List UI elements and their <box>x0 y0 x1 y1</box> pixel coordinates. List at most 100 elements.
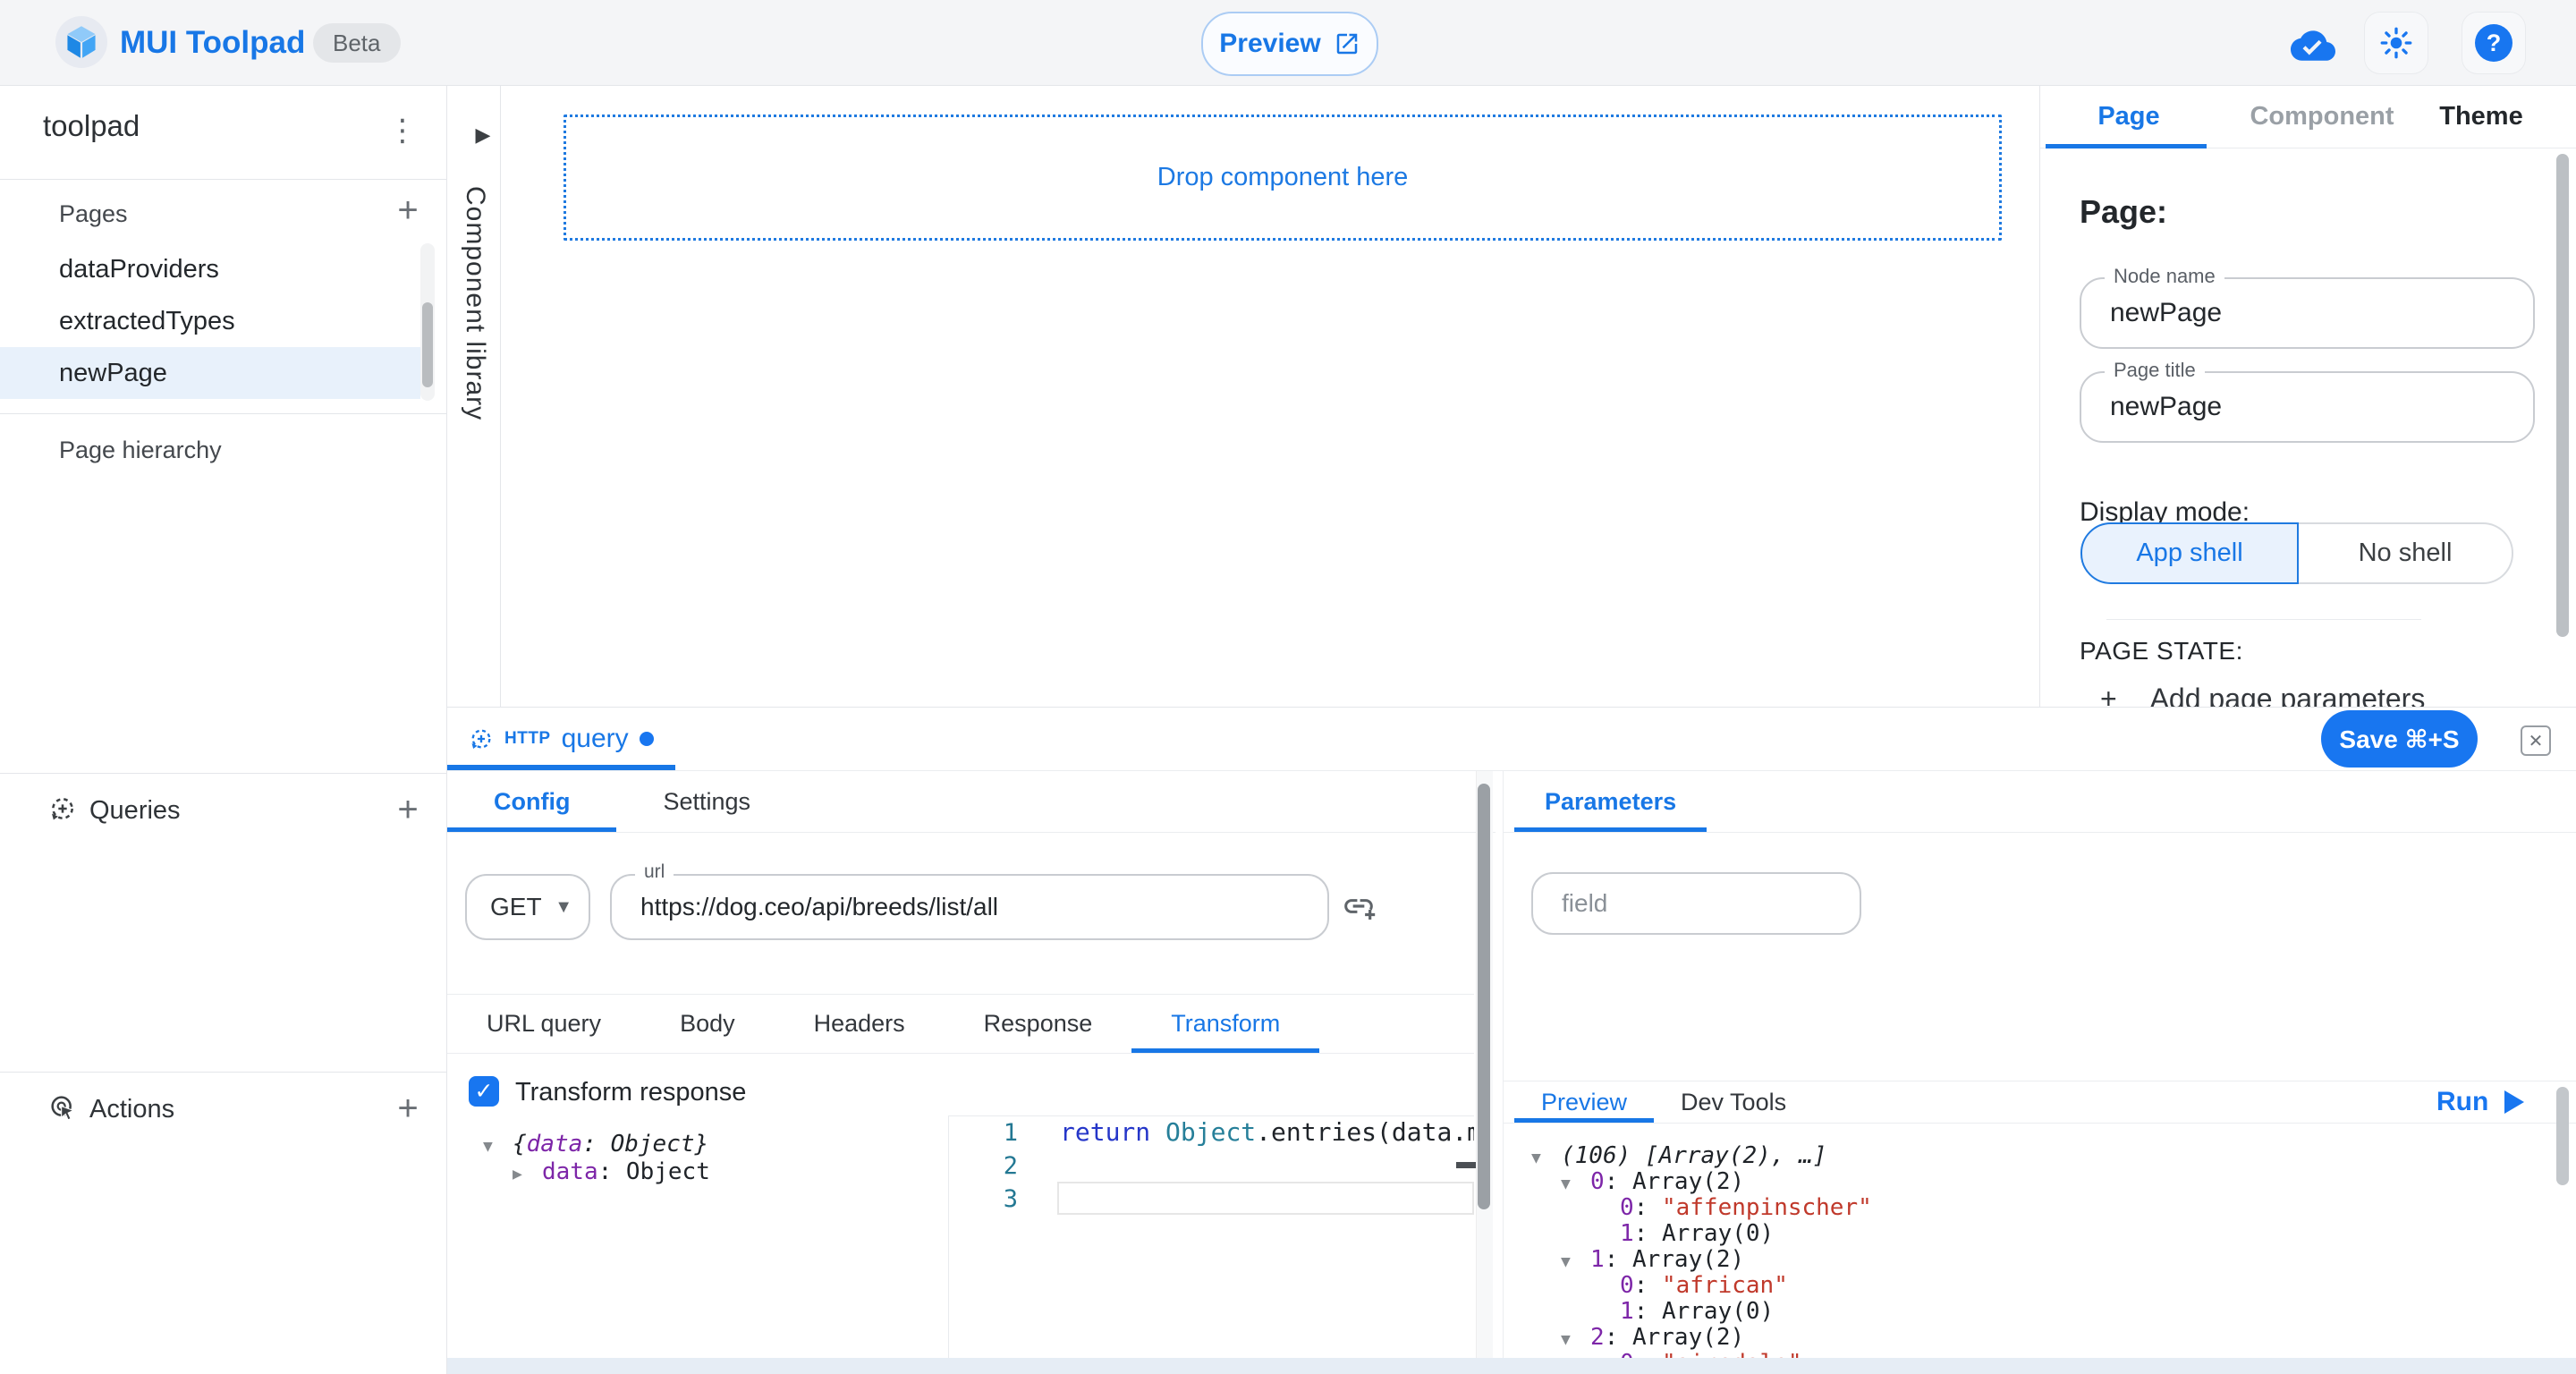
page-title-field[interactable]: Page title newPage <box>2080 371 2535 443</box>
divider <box>0 179 446 180</box>
tree-token: : Array(2) <box>1605 1324 1745 1351</box>
sections-divider <box>1503 771 1504 1358</box>
help-button[interactable]: ? <box>2462 12 2526 74</box>
theme-toggle-button[interactable] <box>2364 12 2428 74</box>
play-icon <box>2504 1090 2524 1114</box>
query-icon <box>469 726 494 751</box>
tab-http-query[interactable]: HTTP query <box>447 708 675 770</box>
tab-preview[interactable]: Preview <box>1514 1081 1654 1123</box>
tree-token: 1 <box>1620 1298 1634 1325</box>
tree-row[interactable]: ▼1: Array(2) <box>1531 1247 2551 1273</box>
inspector-border <box>2039 86 2040 707</box>
tree-token: 0 <box>1620 1272 1634 1299</box>
schema-tree: ▼{data: Object}▶data: Object <box>483 1131 710 1186</box>
component-library-label[interactable]: Component library <box>460 186 490 420</box>
tree-token: : Object} <box>582 1131 708 1158</box>
parameters-tabbar: Parameters <box>1504 771 2576 833</box>
tree-expander-icon[interactable]: ▼ <box>483 1132 513 1160</box>
tree-token: "african" <box>1662 1272 1788 1299</box>
method-value: GET <box>490 876 542 938</box>
checkbox-checked-icon: ✓ <box>469 1076 499 1107</box>
tab-headers[interactable]: Headers <box>775 995 945 1053</box>
page-item-extractedTypes[interactable]: extractedTypes <box>0 295 420 347</box>
inspector-scrollbar-thumb[interactable] <box>2556 154 2569 637</box>
query-panel-top-border <box>447 707 2576 708</box>
add-page-parameters-clipped[interactable]: + Add page parameters <box>2100 678 2529 707</box>
tree-expander-icon[interactable]: ▼ <box>1561 1171 1590 1197</box>
tree-row[interactable]: ▼0: Array(2) <box>1531 1169 2551 1195</box>
display-mode-no-shell[interactable]: No shell <box>2299 522 2513 584</box>
tab-transform[interactable]: Transform <box>1131 995 1319 1053</box>
query-kind-label: HTTP <box>504 729 551 749</box>
request-tabbar: URL query Body Headers Response Transfor… <box>447 994 1474 1054</box>
tree-token: 0 <box>1620 1194 1634 1221</box>
transform-response-label: Transform response <box>515 1077 746 1107</box>
pages-scrollbar-thumb[interactable] <box>422 302 433 387</box>
tree-token: 0 <box>1590 1168 1605 1195</box>
node-name-field[interactable]: Node name newPage <box>2080 277 2535 349</box>
add-link-icon[interactable] <box>1342 889 1376 923</box>
tab-settings[interactable]: Settings <box>616 771 797 832</box>
url-field[interactable]: url https://dog.ceo/api/breeds/list/all <box>610 874 1329 940</box>
method-select[interactable]: GET ▼ <box>465 874 590 940</box>
bottom-scroll-strip[interactable] <box>447 1358 2576 1374</box>
add-page-button[interactable]: + <box>388 190 428 233</box>
add-page-parameters-label: Add page parameters <box>2150 683 2426 707</box>
tree-token: 1 <box>1620 1220 1634 1247</box>
tab-url-query[interactable]: URL query <box>447 995 640 1053</box>
help-icon: ? <box>2475 24 2512 62</box>
tab-parameters[interactable]: Parameters <box>1514 771 1707 832</box>
component-library-expand-chevron-icon[interactable]: ▶ <box>463 123 503 147</box>
divider <box>0 773 446 774</box>
divider <box>0 1072 446 1073</box>
preview-button[interactable]: Preview <box>1201 12 1378 76</box>
add-action-button[interactable]: + <box>388 1088 428 1131</box>
tree-row[interactable]: ▼{data: Object} <box>483 1131 710 1158</box>
tab-theme[interactable]: Theme <box>2429 86 2533 147</box>
add-query-button[interactable]: + <box>388 789 428 832</box>
toolpad-app: MUI Toolpad Beta Preview ? toolpad ⋮ Pag… <box>0 0 2576 1374</box>
tree-token: : Object <box>598 1158 710 1185</box>
tab-config[interactable]: Config <box>447 771 616 832</box>
field-input[interactable]: field <box>1531 872 1861 935</box>
result-scrollbar-thumb[interactable] <box>2556 1087 2569 1185</box>
config-tabbar: Config Settings <box>447 771 1496 833</box>
tree-row[interactable]: ▼2: Array(2) <box>1531 1325 2551 1351</box>
tree-row[interactable]: ▼(106) [Array(2), …] <box>1531 1143 2551 1169</box>
header-divider <box>0 85 2576 86</box>
tree-expander-icon[interactable]: ▶ <box>513 1160 542 1188</box>
save-button[interactable]: Save ⌘+S <box>2321 710 2478 768</box>
toolpad-logo-icon <box>64 24 99 60</box>
page-item-dataProviders[interactable]: dataProviders <box>0 243 420 295</box>
run-button[interactable]: Run <box>2436 1081 2524 1124</box>
tree-expander-icon[interactable]: ▼ <box>1561 1249 1590 1275</box>
tree-row: 1: Array(0) <box>1531 1299 2551 1325</box>
beta-badge: Beta <box>313 23 401 63</box>
project-menu-button[interactable]: ⋮ <box>383 106 422 156</box>
tree-token: : <box>1634 1350 1662 1358</box>
line-number: 2 <box>948 1149 1018 1183</box>
code-line[interactable]: 3 <box>948 1182 1474 1215</box>
queries-icon <box>48 794 77 823</box>
tab-page[interactable]: Page <box>2084 86 2174 147</box>
tree-token: "affenpinscher" <box>1662 1194 1872 1221</box>
tree-token: : Array(0) <box>1634 1220 1775 1247</box>
tab-dev-tools[interactable]: Dev Tools <box>1654 1081 1813 1123</box>
transform-response-checkbox[interactable]: ✓ <box>469 1076 499 1107</box>
code-editor[interactable]: 1return Object.entries(data.messag23 <box>948 1115 1474 1215</box>
display-mode-app-shell[interactable]: App shell <box>2080 522 2299 584</box>
tab-response[interactable]: Response <box>945 995 1132 1053</box>
tab-component[interactable]: Component <box>2243 86 2401 147</box>
close-panel-icon[interactable]: ✕ <box>2521 725 2551 756</box>
page-item-newPage-selected[interactable]: newPage <box>0 347 420 399</box>
tab-body[interactable]: Body <box>640 995 775 1053</box>
code-line[interactable]: 2 <box>948 1149 1474 1182</box>
canvas-drop-zone[interactable]: Drop component here <box>564 114 2002 241</box>
code-line[interactable]: 1return Object.entries(data.messag <box>948 1115 1474 1149</box>
tree-row[interactable]: ▶data: Object <box>483 1158 710 1186</box>
tree-token: 2 <box>1590 1324 1605 1351</box>
config-scrollbar-thumb[interactable] <box>1478 784 1490 1209</box>
tree-expander-icon[interactable]: ▼ <box>1561 1327 1590 1353</box>
tree-token: : Array(2) <box>1605 1246 1745 1273</box>
tree-expander-icon[interactable]: ▼ <box>1531 1145 1561 1171</box>
